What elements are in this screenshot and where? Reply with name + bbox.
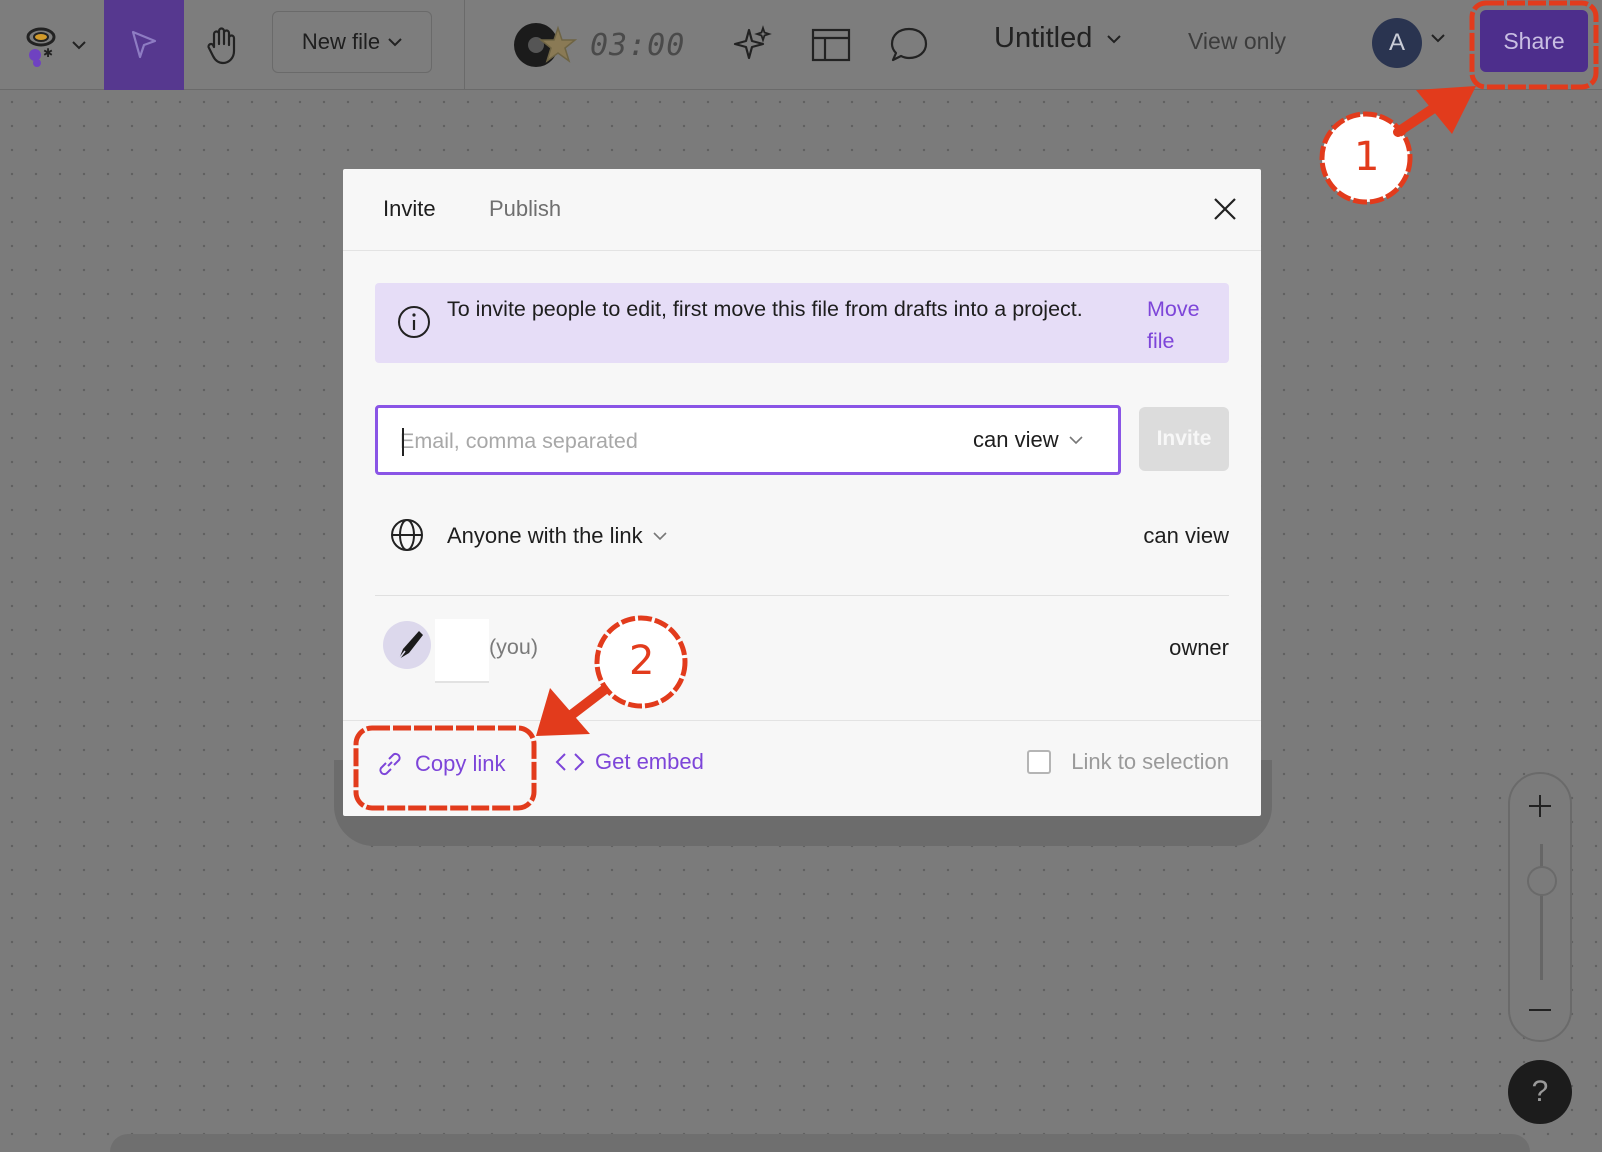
zoom-in-icon[interactable] xyxy=(1526,792,1554,825)
tab-invite[interactable]: Invite xyxy=(383,196,436,222)
get-embed-button[interactable]: Get embed xyxy=(555,749,704,775)
help-button[interactable]: ? xyxy=(1508,1060,1572,1124)
marker-1: 1 xyxy=(1354,134,1380,180)
link-to-selection-label: Link to selection xyxy=(1071,749,1229,774)
share-dialog: Invite Publish To invite people to edit,… xyxy=(343,169,1261,816)
get-embed-label: Get embed xyxy=(595,749,704,774)
invite-permission-label: can view xyxy=(973,427,1059,452)
chevron-down-icon[interactable] xyxy=(1430,30,1446,48)
avatar xyxy=(383,621,431,669)
text-caret xyxy=(402,428,404,456)
new-file-button[interactable]: New file xyxy=(272,11,432,73)
tab-publish[interactable]: Publish xyxy=(489,196,561,222)
music-icon xyxy=(514,23,578,67)
chevron-down-icon[interactable] xyxy=(66,0,92,90)
code-icon xyxy=(555,753,585,771)
file-title: Untitled xyxy=(994,22,1093,54)
divider xyxy=(375,595,1229,596)
email-field[interactable]: can view xyxy=(375,405,1121,475)
move-file-notice: To invite people to edit, first move thi… xyxy=(375,283,1229,363)
dialog-footer: Copy link Get embed Link to selection xyxy=(343,720,1261,816)
people-row: (you) owner xyxy=(375,619,1229,689)
chevron-down-icon xyxy=(1107,34,1122,43)
link-access-label: Anyone with the link xyxy=(447,523,643,548)
user-you-label: (you) xyxy=(489,635,538,659)
cursor-icon[interactable] xyxy=(104,0,184,90)
share-button[interactable]: Share xyxy=(1480,10,1588,72)
chevron-down-icon xyxy=(653,531,667,540)
timer-text: 03:00 xyxy=(590,27,686,63)
toolbar-divider xyxy=(464,0,465,90)
sparkle-icon[interactable] xyxy=(727,20,777,70)
new-file-label: New file xyxy=(301,29,381,54)
link-to-selection-toggle[interactable]: Link to selection xyxy=(1027,749,1229,775)
pen-icon xyxy=(398,631,423,660)
link-permission[interactable]: can view xyxy=(1143,523,1229,549)
move-file-link[interactable]: Move file xyxy=(1147,293,1227,357)
zoom-slider-track[interactable] xyxy=(1540,844,1543,980)
link-to-selection-checkbox[interactable] xyxy=(1027,750,1052,774)
info-icon xyxy=(397,305,431,344)
copy-link-button[interactable]: Copy link xyxy=(375,749,505,779)
copy-link-label: Copy link xyxy=(415,751,506,776)
zoom-slider-handle[interactable] xyxy=(1527,866,1557,896)
canvas-bottom-bar xyxy=(110,1134,1530,1152)
layout-icon[interactable] xyxy=(806,20,856,70)
link-access-row: Anyone with the link can view xyxy=(375,507,1229,563)
zoom-control xyxy=(1508,772,1572,1042)
top-toolbar: ✱ New file 03:00 Untitled View only A Sh… xyxy=(0,0,1602,90)
email-input[interactable] xyxy=(400,426,940,456)
close-icon[interactable] xyxy=(1207,191,1243,227)
zoom-out-icon[interactable] xyxy=(1526,996,1554,1029)
file-title-menu[interactable]: Untitled xyxy=(994,22,1122,55)
link-icon xyxy=(379,752,401,776)
marker-2: 2 xyxy=(629,638,655,684)
svg-text:✱: ✱ xyxy=(43,46,53,60)
notice-text: To invite people to edit, first move thi… xyxy=(447,297,1083,321)
chevron-down-icon xyxy=(388,37,402,46)
logo-icon[interactable]: ✱ xyxy=(18,0,64,90)
hand-icon[interactable] xyxy=(196,0,250,90)
timer[interactable]: 03:00 xyxy=(512,15,685,75)
invite-permission-select[interactable]: can view xyxy=(973,427,1083,453)
user-avatar[interactable]: A xyxy=(1372,18,1422,68)
invite-button[interactable]: Invite xyxy=(1139,407,1229,471)
dialog-header: Invite Publish xyxy=(343,169,1261,251)
view-only-label: View only xyxy=(1188,28,1287,54)
link-access-select[interactable]: Anyone with the link xyxy=(447,523,667,549)
chevron-down-icon xyxy=(1069,435,1083,444)
user-name xyxy=(435,619,489,683)
globe-icon xyxy=(389,517,425,558)
comment-icon[interactable] xyxy=(884,20,934,70)
user-role: owner xyxy=(1169,635,1229,660)
